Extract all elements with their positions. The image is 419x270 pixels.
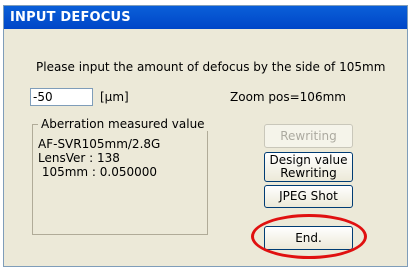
end-button[interactable]: End. — [264, 226, 353, 250]
dialog-title: INPUT DEFOCUS — [4, 6, 407, 29]
unit-label: [μm] — [100, 90, 129, 104]
defocus-input[interactable] — [30, 88, 93, 106]
rewriting-button[interactable]: Rewriting — [264, 124, 353, 148]
aberration-legend: Aberration measured value — [38, 117, 208, 131]
aberration-value: 105mm : 0.050000 — [38, 165, 158, 179]
zoom-position-label: Zoom pos=106mm — [230, 90, 346, 104]
aberration-lens-name: AF-SVR105mm/2.8G — [38, 137, 161, 151]
defocus-prompt: Please input the amount of defocus by th… — [36, 60, 386, 74]
aberration-lens-version: LensVer : 138 — [38, 151, 120, 165]
design-button-line-2: Rewriting — [280, 166, 337, 180]
jpeg-shot-button[interactable]: JPEG Shot — [264, 185, 353, 208]
design-value-rewriting-button[interactable]: Design value Rewriting — [264, 152, 353, 182]
